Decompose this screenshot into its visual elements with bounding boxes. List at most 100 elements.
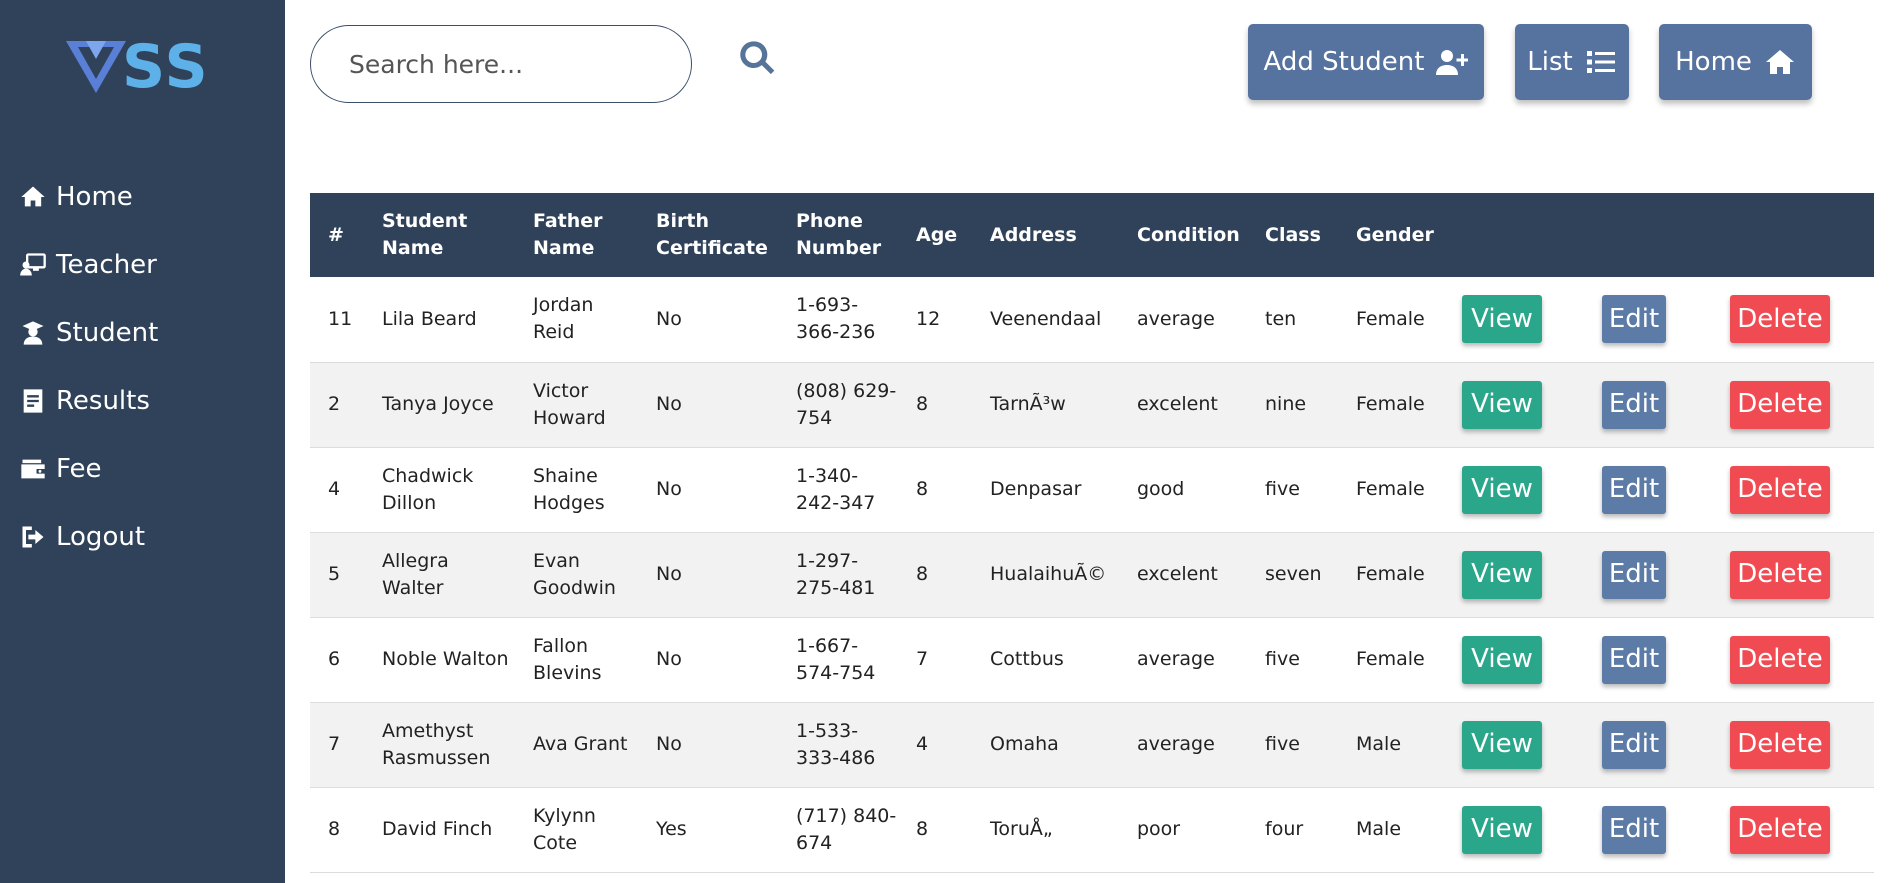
app-logo[interactable]: SS (64, 32, 224, 102)
row-number-cell: 5 (328, 563, 341, 585)
logo-text: SS (122, 32, 210, 102)
action-cell: Edit (1584, 617, 1712, 702)
results-icon (18, 386, 48, 416)
sidebar-item-logout[interactable]: Logout (18, 503, 278, 571)
sidebar-nav: Home Teacher Student Results Fee Logout (18, 163, 278, 571)
student-icon (18, 318, 48, 348)
birth-certificate-cell: No (656, 393, 682, 415)
birth-certificate-cell: No (656, 733, 682, 755)
home-icon (1764, 48, 1796, 76)
edit-button[interactable]: Edit (1602, 380, 1666, 429)
father-name-cell: Kylynn Cote (533, 804, 596, 854)
column-header-empty (1584, 193, 1712, 277)
edit-button[interactable]: Edit (1602, 295, 1666, 344)
delete-button[interactable]: Delete (1730, 720, 1830, 769)
birth-certificate-cell: No (656, 648, 682, 670)
view-button[interactable]: View (1462, 635, 1542, 684)
students-table: # Student Name Father Name Birth Certifi… (310, 193, 1874, 873)
wallet-icon (18, 454, 48, 484)
phone-number-cell: 1-667-574-754 (796, 634, 876, 684)
edit-button[interactable]: Edit (1602, 635, 1666, 684)
view-button[interactable]: View (1462, 295, 1542, 344)
action-cell: View (1444, 277, 1584, 362)
delete-button[interactable]: Delete (1730, 465, 1830, 514)
edit-button[interactable]: Edit (1602, 550, 1666, 599)
home-button[interactable]: Home (1659, 24, 1812, 100)
column-header: Student Name (382, 210, 468, 259)
row-number-cell: 6 (328, 648, 341, 670)
father-name-cell: Shaine Hodges (533, 464, 605, 514)
sidebar-item-results[interactable]: Results (18, 367, 278, 435)
age-cell: 8 (916, 818, 929, 840)
search-input[interactable] (311, 26, 691, 102)
column-header: Condition (1137, 223, 1240, 246)
student-name-cell: Allegra Walter (382, 549, 449, 599)
row-number-cell: 11 (328, 307, 353, 330)
class-cell: seven (1265, 563, 1322, 585)
address-cell: Denpasar (990, 478, 1082, 500)
edit-button[interactable]: Edit (1602, 720, 1666, 769)
delete-button[interactable]: Delete (1730, 550, 1830, 599)
condition-cell: poor (1137, 818, 1181, 840)
table-row: 11 Lila Beard Jordan Reid No 1-693-366-236 12… (310, 277, 1874, 362)
delete-button[interactable]: Delete (1730, 635, 1830, 684)
view-button[interactable]: View (1462, 720, 1542, 769)
phone-number-cell: (717) 840-674 (796, 804, 897, 854)
view-button[interactable]: View (1462, 805, 1542, 854)
action-cell: Delete (1712, 702, 1874, 787)
class-cell: four (1265, 818, 1304, 840)
edit-button[interactable]: Edit (1602, 805, 1666, 854)
delete-button[interactable]: Delete (1730, 805, 1830, 854)
action-cell: Edit (1584, 277, 1712, 362)
column-header-empty (1712, 193, 1874, 277)
sidebar-item-label: Logout (56, 522, 146, 552)
action-cell: Delete (1712, 617, 1874, 702)
delete-button[interactable]: Delete (1730, 295, 1830, 344)
birth-certificate-cell: No (656, 478, 682, 500)
father-name-cell: Evan Goodwin (533, 549, 616, 599)
age-cell: 8 (916, 563, 929, 585)
sidebar-item-fee[interactable]: Fee (18, 435, 278, 503)
condition-cell: excelent (1137, 563, 1218, 585)
sidebar: SS Home Teacher Student Results Fee Logo… (0, 0, 285, 883)
birth-certificate-cell: No (656, 307, 682, 330)
student-name-cell: Amethyst Rasmussen (382, 719, 491, 769)
action-cell: View (1444, 532, 1584, 617)
table-row: 5 Allegra Walter Evan Goodwin No 1-297-275-4… (310, 532, 1874, 617)
address-cell: Veenendaal (990, 307, 1102, 330)
class-cell: ten (1265, 307, 1297, 330)
add-student-button[interactable]: Add Student (1248, 24, 1484, 100)
address-cell: TarnÃ³w (990, 393, 1066, 415)
action-cell: Delete (1712, 277, 1874, 362)
age-cell: 12 (916, 307, 941, 330)
view-button[interactable]: View (1462, 465, 1542, 514)
action-cell: Edit (1584, 532, 1712, 617)
father-name-cell: Victor Howard (533, 379, 606, 429)
table-row: 7 Amethyst Rasmussen Ava Grant No 1-533-333-… (310, 702, 1874, 787)
address-cell: ToruÅ„ (990, 818, 1053, 840)
phone-number-cell: (808) 629-754 (796, 379, 897, 429)
condition-cell: average (1137, 307, 1215, 330)
sidebar-item-teacher[interactable]: Teacher (18, 231, 278, 299)
list-button[interactable]: List (1515, 24, 1629, 100)
row-number-cell: 8 (328, 818, 341, 840)
father-name-cell: Ava Grant (533, 733, 628, 755)
father-name-cell: Jordan Reid (533, 294, 594, 344)
delete-button[interactable]: Delete (1730, 380, 1830, 429)
edit-button[interactable]: Edit (1602, 465, 1666, 514)
view-button[interactable]: View (1462, 380, 1542, 429)
sidebar-item-student[interactable]: Student (18, 299, 278, 367)
action-cell: Edit (1584, 702, 1712, 787)
column-header: Class (1265, 223, 1321, 246)
class-cell: nine (1265, 393, 1307, 415)
column-header: # (328, 223, 344, 246)
table-header-row: # Student Name Father Name Birth Certifi… (310, 193, 1874, 277)
search-icon[interactable] (737, 38, 777, 78)
view-button[interactable]: View (1462, 550, 1542, 599)
action-cell: Delete (1712, 362, 1874, 447)
search-field (310, 25, 692, 103)
sidebar-item-home[interactable]: Home (18, 163, 278, 231)
age-cell: 8 (916, 478, 929, 500)
action-cell: Edit (1584, 362, 1712, 447)
logo-v-mark (66, 41, 126, 93)
